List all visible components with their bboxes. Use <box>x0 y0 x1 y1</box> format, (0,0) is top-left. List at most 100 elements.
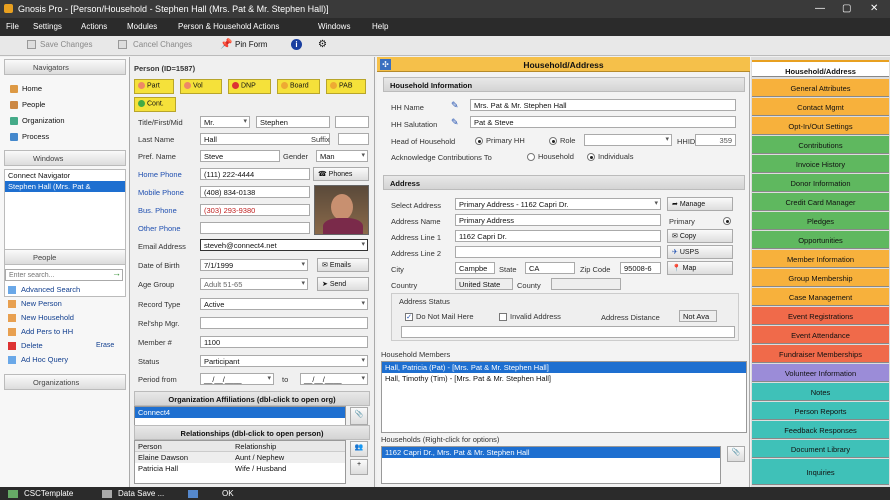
suffix-field[interactable] <box>338 133 369 145</box>
emails-button[interactable]: ✉ Emails <box>317 258 369 272</box>
minimize-button[interactable]: — <box>815 3 825 14</box>
ack-household-radio[interactable]: Household <box>527 152 574 162</box>
address-name-field[interactable]: Primary Address <box>455 214 661 226</box>
tab-credit-card-manager[interactable]: Credit Card Manager <box>752 193 889 211</box>
mobile-phone-field[interactable]: (408) 834-0138 <box>200 186 310 198</box>
address-line2-field[interactable] <box>455 246 661 258</box>
dob-field[interactable]: 7/1/1999 <box>200 259 308 271</box>
tab-general-attributes[interactable]: General Attributes <box>752 79 889 97</box>
tab-household-address[interactable]: Household/Address <box>752 60 889 77</box>
tab-feedback-responses[interactable]: Feedback Responses <box>752 421 889 439</box>
other-phone-field[interactable] <box>200 222 310 234</box>
part-button[interactable]: Part <box>134 79 174 94</box>
city-field[interactable]: Campbe <box>455 262 495 274</box>
address-status-notes[interactable] <box>401 326 735 338</box>
period-from-field[interactable]: __/__/____ <box>200 373 274 385</box>
tab-notes[interactable]: Notes <box>752 383 889 401</box>
status-select[interactable]: Participant <box>200 355 368 367</box>
mobile-phone-label[interactable]: Mobile Phone <box>138 188 184 197</box>
save-changes-button[interactable]: Save Changes <box>40 40 92 49</box>
title-select[interactable]: Mr. <box>200 116 250 128</box>
tab-volunteer-information[interactable]: Volunteer Information <box>752 364 889 382</box>
person-photo[interactable] <box>314 185 369 235</box>
tab-opportunities[interactable]: Opportunities <box>752 231 889 249</box>
new-person-link[interactable]: New Person <box>8 299 62 309</box>
add-pers-to-hh-link[interactable]: Add Pers to HH <box>8 327 73 337</box>
select-address-dropdown[interactable]: Primary Address - 1162 Capri Dr. <box>455 198 661 210</box>
age-group-select[interactable]: Adult 51-65 <box>200 278 308 290</box>
info-icon[interactable]: i <box>291 39 302 50</box>
window-item-stephen-hall[interactable]: Stephen Hall (Mrs. Pat & <box>5 181 125 192</box>
role-radio[interactable]: Role <box>549 136 575 146</box>
primary-hh-radio[interactable]: Primary HH <box>475 136 525 146</box>
close-button[interactable]: ✕ <box>870 3 878 14</box>
manage-button[interactable]: ➦ Manage <box>667 197 733 211</box>
period-to-field[interactable]: __/__/____ <box>300 373 368 385</box>
pin-form-button[interactable]: Pin Form <box>235 40 267 49</box>
zip-field[interactable]: 95008-6 <box>620 262 661 274</box>
tab-case-management[interactable]: Case Management <box>752 288 889 306</box>
tab-donor-information[interactable]: Donor Information <box>752 174 889 192</box>
cont-button[interactable]: Cont. <box>134 97 176 112</box>
primary-address-radio[interactable] <box>723 216 731 225</box>
org-affiliation-row[interactable]: Connect4 <box>135 407 345 418</box>
edit-pen-icon[interactable]: ✎ <box>451 117 459 128</box>
tab-fundraiser-memberships[interactable]: Fundraiser Memberships <box>752 345 889 363</box>
state-field[interactable]: CA <box>525 262 575 274</box>
list-item[interactable]: Hall, Patricia (Pat) - [Mrs. Pat & Mr. S… <box>382 362 746 373</box>
menu-actions[interactable]: Actions <box>81 22 107 31</box>
tab-invoice-history[interactable]: Invoice History <box>752 155 889 173</box>
cancel-changes-button[interactable]: Cancel Changes <box>133 40 192 49</box>
navigators-header[interactable]: Navigators <box>4 59 126 75</box>
pref-name-field[interactable]: Steve <box>200 150 280 162</box>
menu-person-household-actions[interactable]: Person & Household Actions <box>178 22 279 31</box>
edit-pen-icon[interactable]: ✎ <box>451 100 459 111</box>
home-phone-label[interactable]: Home Phone <box>138 170 182 179</box>
menu-file[interactable]: File <box>6 22 19 31</box>
tab-contributions[interactable]: Contributions <box>752 136 889 154</box>
list-item[interactable]: Hall, Timothy (Tim) - [Mrs. Pat & Mr. St… <box>382 373 746 384</box>
first-name-field[interactable]: Stephen <box>256 116 330 128</box>
advanced-search-link[interactable]: Advanced Search <box>8 285 80 295</box>
record-type-select[interactable]: Active <box>200 298 368 310</box>
tab-event-attendance[interactable]: Event Attendance <box>752 326 889 344</box>
people-header[interactable]: People <box>4 249 126 265</box>
list-item[interactable]: 1162 Capri Dr., Mrs. Pat & Mr. Stephen H… <box>382 447 720 458</box>
vol-button[interactable]: Vol <box>180 79 222 94</box>
menu-settings[interactable]: Settings <box>33 22 62 31</box>
add-relationship-button[interactable]: 👥 <box>350 441 368 457</box>
expand-icon[interactable]: ✣ <box>380 59 391 70</box>
nav-organization[interactable]: Organization <box>10 116 65 126</box>
role-select[interactable] <box>584 134 672 146</box>
tools-icon[interactable]: ⚙ <box>318 39 327 50</box>
maximize-button[interactable]: ▢ <box>842 3 851 14</box>
middle-name-field[interactable] <box>335 116 369 128</box>
households-attach-button[interactable]: 📎 <box>727 446 745 462</box>
tab-member-information[interactable]: Member Information <box>752 250 889 268</box>
tab-contact-mgmt[interactable]: Contact Mgmt <box>752 98 889 116</box>
window-item-connect-navigator[interactable]: Connect Navigator <box>5 170 125 181</box>
search-go-icon[interactable]: → <box>112 268 121 278</box>
table-row[interactable]: Elaine Dawson Aunt / Nephew <box>135 452 345 463</box>
ad-hoc-query-link[interactable]: Ad Hoc Query <box>8 355 68 365</box>
board-button[interactable]: Board <box>277 79 320 94</box>
people-search-input[interactable] <box>5 269 123 281</box>
org-attach-button[interactable]: 📎 <box>350 407 368 425</box>
nav-people[interactable]: People <box>10 100 45 110</box>
other-phone-label[interactable]: Other Phone <box>138 224 181 233</box>
dnp-button[interactable]: DNP <box>228 79 271 94</box>
county-field[interactable] <box>551 278 621 290</box>
email-field[interactable]: steveh@connect4.net <box>200 239 368 251</box>
invalid-address-checkbox[interactable]: Invalid Address <box>499 312 561 322</box>
map-button[interactable]: 📍 Map <box>667 261 733 275</box>
usps-button[interactable]: ✈ USPS <box>667 245 733 259</box>
tab-group-membership[interactable]: Group Membership <box>752 269 889 287</box>
pab-button[interactable]: PAB <box>326 79 366 94</box>
erase-link[interactable]: Erase <box>96 342 114 349</box>
phones-button[interactable]: ☎ Phones <box>313 167 369 181</box>
tab-opt-in-out-settings[interactable]: Opt-In/Out Settings <box>752 117 889 135</box>
nav-home[interactable]: Home <box>10 84 42 94</box>
tab-person-reports[interactable]: Person Reports <box>752 402 889 420</box>
send-button[interactable]: ➤ Send <box>317 277 369 291</box>
menu-windows[interactable]: Windows <box>318 22 350 31</box>
